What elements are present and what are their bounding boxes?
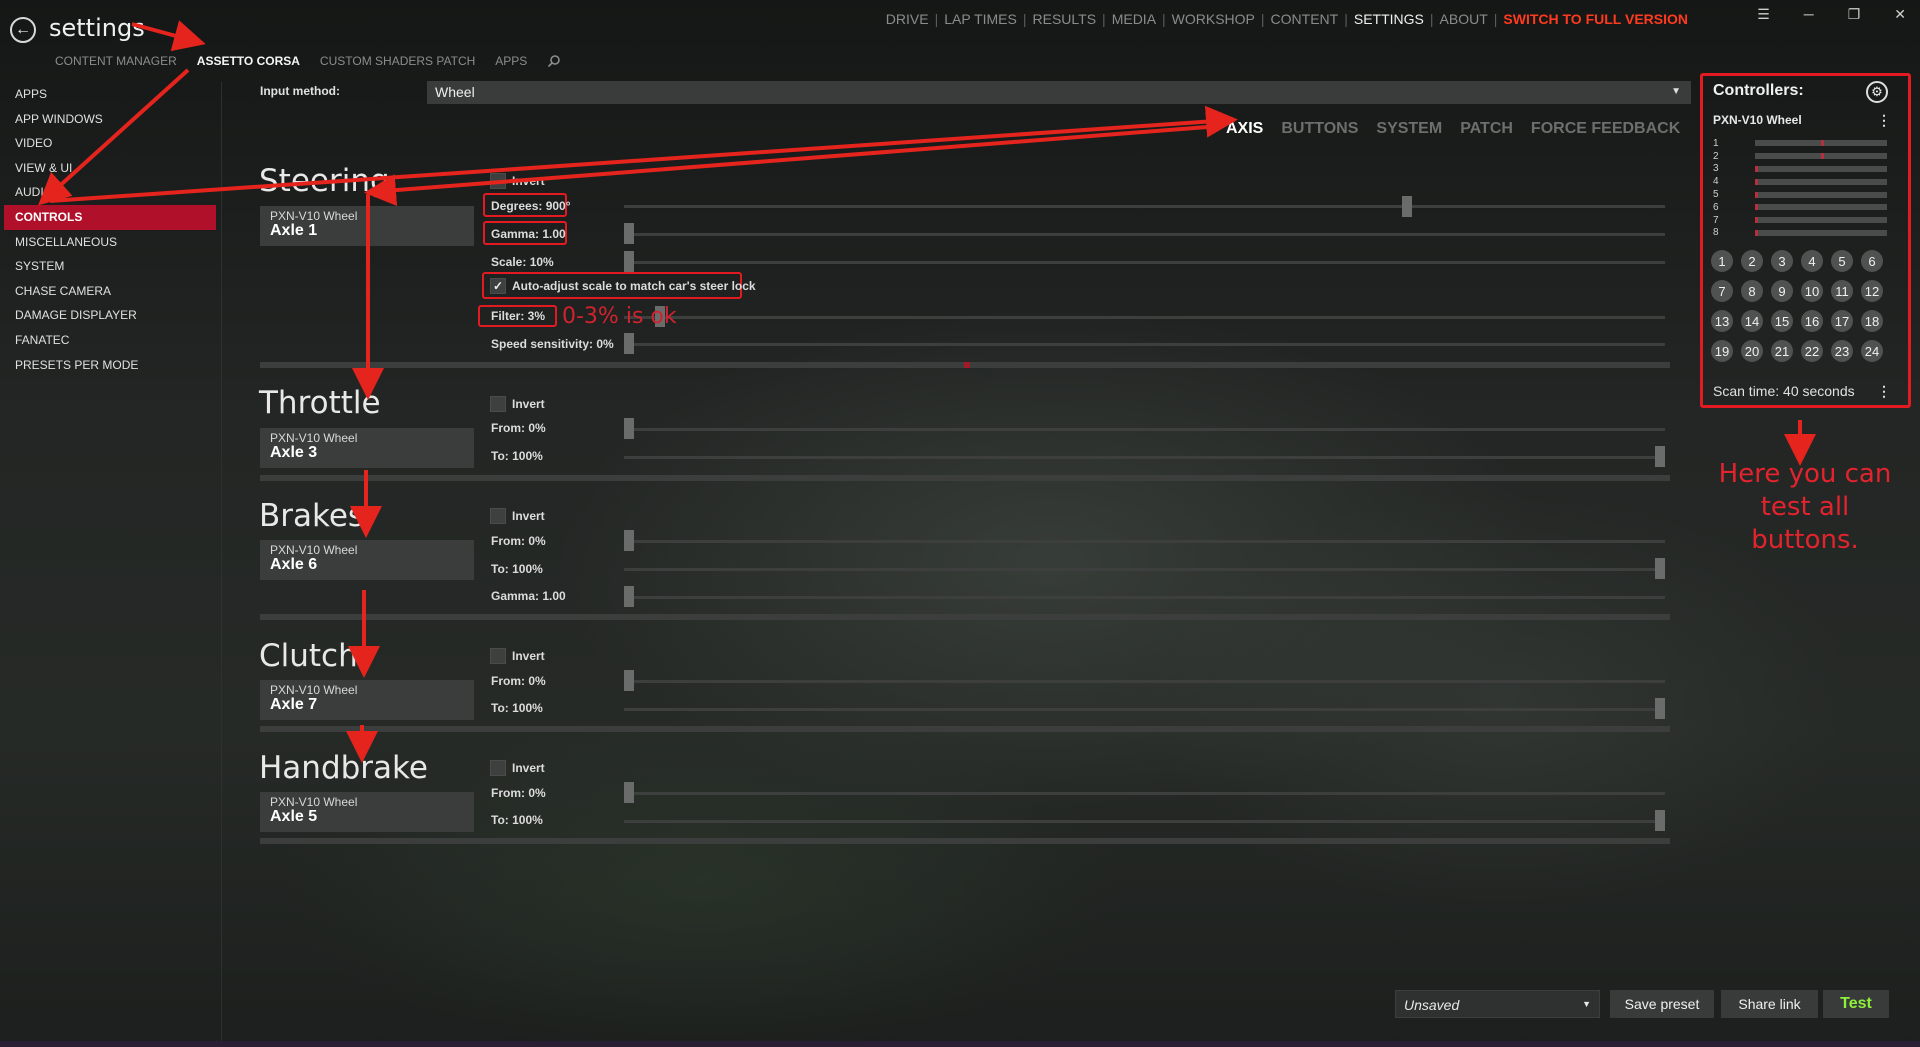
bottom-strip — [0, 1041, 1920, 1047]
annotation-arrows — [38, 20, 1816, 763]
arrow-to-assetto-corsa — [131, 20, 206, 52]
arrow-to-steering — [364, 124, 1221, 207]
arrow-to-controls — [38, 68, 190, 206]
arrow-to-axis-tab — [49, 105, 1238, 203]
chevron-down-icon: ▼ — [1582, 999, 1591, 1009]
save-preset-button[interactable]: Save preset — [1610, 990, 1714, 1018]
preset-value: Unsaved — [1404, 997, 1460, 1013]
preset-select[interactable]: Unsaved ▼ — [1395, 990, 1600, 1018]
test-button[interactable]: Test — [1823, 990, 1889, 1018]
share-link-button[interactable]: Share link — [1721, 990, 1818, 1018]
